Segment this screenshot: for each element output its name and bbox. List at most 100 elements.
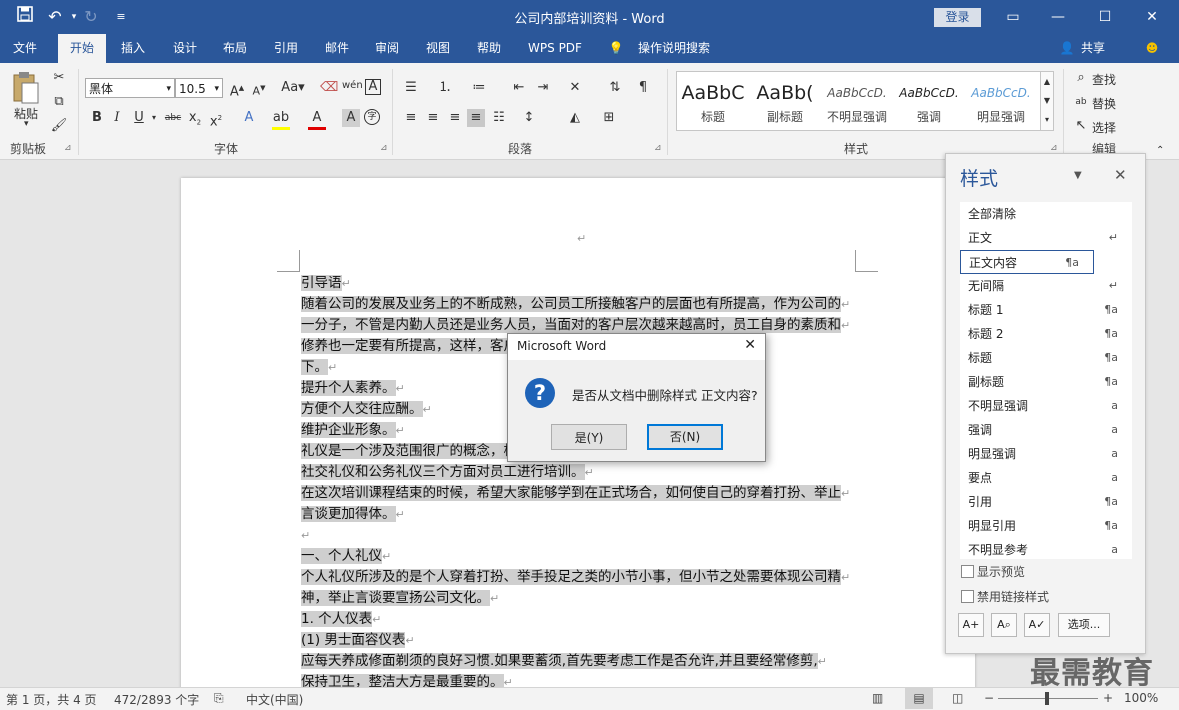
font-color-icon[interactable]: A (308, 109, 326, 130)
paste-dropdown-icon[interactable]: ▾ (24, 119, 29, 129)
style-list-item[interactable]: 要点 a (960, 466, 1132, 490)
tab-insert[interactable]: 插入 (112, 34, 154, 63)
style-list-item[interactable]: 无间隔 ↵ (960, 274, 1132, 298)
collapse-ribbon-icon[interactable]: ⌃ (1156, 145, 1164, 156)
font-name-combo[interactable]: 黑体 ▾ (85, 78, 175, 98)
style-intense-emphasis[interactable]: AaBbCcD. 明显强调 (965, 72, 1037, 130)
style-list-item[interactable]: 不明显强调 a (960, 394, 1132, 418)
italic-icon[interactable]: I (108, 109, 126, 127)
shading-icon[interactable]: ◭ (566, 109, 584, 127)
char-border-icon[interactable]: A (365, 79, 381, 95)
zoom-in-icon[interactable]: + (1103, 691, 1113, 705)
style-list-item[interactable]: 标题 1 ¶a (960, 298, 1132, 322)
clear-format-icon[interactable]: ⌫ (320, 79, 338, 97)
select-button[interactable]: 选择 (1092, 119, 1116, 136)
tab-references[interactable]: 引用 (265, 34, 307, 63)
style-heading[interactable]: AaBbC 标题 (677, 72, 749, 130)
replace-icon[interactable]: ab (1072, 93, 1090, 111)
style-emphasis[interactable]: AaBbCcD. 强调 (893, 72, 965, 130)
style-inspector-icon[interactable]: A⌕ (991, 613, 1017, 637)
style-subtitle[interactable]: AaBb(副标题 (749, 72, 821, 130)
tab-review[interactable]: 审阅 (366, 34, 408, 63)
language-indicator[interactable]: 中文(中国) (246, 691, 303, 708)
tab-layout[interactable]: 布局 (214, 34, 256, 63)
show-preview-checkbox[interactable] (961, 565, 974, 578)
tab-wps-pdf[interactable]: WPS PDF (522, 34, 588, 63)
style-list-item[interactable]: 正文内容 ¶a (960, 250, 1094, 274)
gallery-scroll[interactable]: ▲ ▼ ▾ (1040, 71, 1054, 131)
decrease-indent-icon[interactable]: ⇤ (510, 79, 528, 97)
zoom-out-icon[interactable]: − (984, 691, 994, 705)
styles-launcher-icon[interactable]: ⊿ (1050, 143, 1058, 153)
select-icon[interactable]: ↖ (1072, 117, 1090, 135)
font-size-combo[interactable]: 10.5 ▾ (175, 78, 223, 98)
style-list-item[interactable]: 强调 a (960, 418, 1132, 442)
login-button[interactable]: 登录 (934, 8, 981, 27)
align-right-icon[interactable]: ≡ (446, 109, 464, 127)
tab-help[interactable]: 帮助 (468, 34, 510, 63)
multilevel-list-icon[interactable]: ≔ (470, 79, 488, 97)
replace-button[interactable]: 替换 (1092, 95, 1116, 112)
show-marks-icon[interactable]: ¶ (634, 79, 652, 97)
font-launcher-icon[interactable]: ⊿ (380, 143, 388, 153)
style-list-item[interactable]: 明显引用 ¶a (960, 514, 1132, 538)
align-left-icon[interactable]: ≡ (402, 109, 420, 127)
web-layout-icon[interactable]: ◫ (952, 691, 963, 705)
copy-icon[interactable]: ⧉ (50, 93, 68, 111)
paste-icon[interactable] (10, 71, 42, 104)
find-button[interactable]: 查找 (1092, 71, 1116, 88)
word-count[interactable]: 472/2893 个字 (114, 691, 199, 708)
dialog-close-icon[interactable]: ✕ (744, 337, 756, 353)
underline-dropdown-icon[interactable]: ▾ (145, 109, 163, 127)
paragraph-launcher-icon[interactable]: ⊿ (654, 143, 662, 153)
line-spacing-icon[interactable]: ↕ (520, 109, 538, 127)
style-list-item[interactable]: 副标题 ¶a (960, 370, 1132, 394)
minimize-icon[interactable]: — (1038, 4, 1078, 30)
bold-icon[interactable]: B (88, 109, 106, 127)
yes-button[interactable]: 是(Y) (551, 424, 627, 450)
tab-mailings[interactable]: 邮件 (316, 34, 358, 63)
grow-font-icon[interactable]: A▲ (228, 79, 246, 99)
char-shading-icon[interactable]: A (342, 109, 360, 127)
highlight-color-icon[interactable]: ab (272, 109, 290, 130)
close-icon[interactable]: ✕ (1132, 4, 1172, 30)
strikethrough-icon[interactable]: abc (164, 109, 182, 127)
proofing-icon[interactable]: ⎘ (214, 691, 224, 706)
bullets-icon[interactable]: ☰ (402, 79, 420, 97)
smiley-icon[interactable]: ☻ (1142, 34, 1162, 63)
tab-view[interactable]: 视图 (417, 34, 459, 63)
enclose-char-icon[interactable]: 字 (364, 109, 380, 125)
disable-linked-checkbox[interactable] (961, 590, 974, 603)
phonetic-guide-icon[interactable]: wén (342, 77, 363, 95)
subscript-icon[interactable]: x2 (186, 109, 204, 127)
tab-design[interactable]: 设计 (164, 34, 206, 63)
maximize-icon[interactable]: ☐ (1085, 4, 1125, 30)
chinese-layout-icon[interactable]: ✕ (566, 79, 584, 97)
no-button[interactable]: 否(N) (647, 424, 723, 450)
page-indicator[interactable]: 第 1 页，共 4 页 (6, 691, 97, 708)
print-layout-icon[interactable]: ▤ (905, 688, 933, 709)
increase-indent-icon[interactable]: ⇥ (534, 79, 552, 97)
style-list-item[interactable]: 标题 ¶a (960, 346, 1132, 370)
options-button[interactable]: 选项... (1058, 613, 1110, 637)
style-list-item[interactable]: 正文 ↵ (960, 226, 1132, 250)
clipboard-launcher-icon[interactable]: ⊿ (64, 143, 72, 153)
find-icon[interactable]: ⌕ (1072, 69, 1090, 87)
style-list-item[interactable]: 全部清除 (960, 202, 1132, 226)
manage-styles-icon[interactable]: A✓ (1024, 613, 1050, 637)
tab-file[interactable]: 文件 (4, 34, 46, 63)
align-center-icon[interactable]: ≡ (424, 109, 442, 127)
style-subtle-emphasis[interactable]: AaBbCcD. 不明显强调 (821, 72, 893, 130)
text-effects-icon[interactable]: A (240, 109, 258, 127)
zoom-level[interactable]: 100% (1124, 691, 1158, 705)
style-list-item[interactable]: 不明显参考 a (960, 538, 1132, 562)
superscript-icon[interactable]: x2 (207, 109, 225, 129)
style-list-item[interactable]: 标题 2 ¶a (960, 322, 1132, 346)
tab-home[interactable]: 开始 (58, 34, 106, 63)
style-list-item[interactable]: 明显强调 a (960, 442, 1132, 466)
change-case-icon[interactable]: Aa▾ (280, 79, 306, 97)
sort-icon[interactable]: ⇅ (606, 79, 624, 97)
ribbon-display-icon[interactable]: ▭ (993, 4, 1033, 30)
cut-icon[interactable]: ✂ (50, 69, 68, 87)
tell-me-search[interactable]: 操作说明搜索 (634, 34, 714, 63)
